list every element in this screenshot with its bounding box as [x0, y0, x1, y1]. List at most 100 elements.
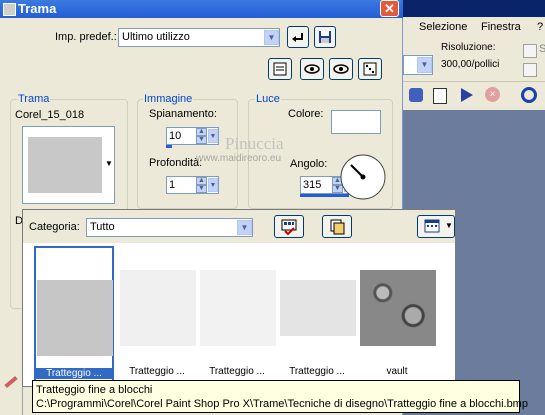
app-icon	[3, 3, 16, 16]
preview-toggle-button[interactable]	[329, 58, 353, 80]
spin-up-icon[interactable]: ▲	[196, 128, 207, 136]
thumbnail-vault[interactable]: vault	[358, 246, 438, 382]
menu-help[interactable]: ?	[537, 21, 543, 33]
save-preset-button[interactable]	[314, 26, 336, 48]
checkbox-1-label: S	[539, 43, 545, 55]
background-toolbar: ×	[403, 82, 545, 111]
option-checkbox-2[interactable]	[523, 63, 537, 77]
preset-dropdown[interactable]: Ultimo utilizzo ▼	[118, 28, 280, 47]
thumbnail-tratteggio-4[interactable]: Tratteggio ...	[278, 246, 358, 382]
thumbnail-label: Tratteggio ...	[129, 366, 185, 377]
angolo-value: 315	[303, 179, 322, 191]
luce-group-title: Luce	[255, 93, 281, 105]
chevron-down-icon: ▼	[264, 30, 279, 45]
eye-lock-icon	[304, 64, 320, 74]
copy-button[interactable]	[322, 215, 352, 238]
profondita-value: 1	[169, 179, 176, 191]
immagine-group-title: Immagine	[143, 93, 194, 105]
tooltip-title: Tratteggio fine a blocchi	[36, 384, 153, 396]
colore-label: Colore:	[288, 108, 324, 120]
dialog-title: Trama	[18, 1, 57, 16]
profondita-label: Profondità:	[149, 157, 203, 169]
angolo-label: Angolo:	[290, 158, 328, 170]
record-icon[interactable]	[521, 87, 537, 103]
watermark-name: Pinuccia	[225, 134, 284, 153]
categoria-label: Categoria:	[29, 221, 80, 233]
thumbnail-label: Tratteggio ...	[209, 366, 265, 377]
spianamento-value: 10	[169, 130, 182, 142]
view-mode-button[interactable]: ▼	[417, 215, 455, 238]
proof-lock-button[interactable]	[300, 58, 324, 80]
copy-pages-icon	[330, 219, 345, 235]
checklist-icon	[281, 219, 297, 236]
tool-palette-edge	[0, 360, 23, 415]
spin-down-icon[interactable]: ▼	[196, 136, 207, 144]
script-icon[interactable]	[409, 88, 423, 102]
spianamento-slider[interactable]	[166, 145, 172, 148]
color-swatch[interactable]	[331, 110, 381, 134]
chevron-down-icon: ▼	[105, 159, 113, 168]
thumbnail-tratteggio-3[interactable]: Tratteggio ...	[198, 246, 278, 382]
background-menu-bar: Selezione Finestra ?	[403, 17, 545, 40]
texture-thumbnail-image	[360, 270, 436, 346]
thumbnail-label: Tratteggio ...	[289, 366, 345, 377]
texture-thumbnails: Tratteggio ... Tratteggio ... Tratteggio…	[32, 245, 444, 385]
tooltip: Tratteggio fine a blocchi C:\Programmi\C…	[32, 380, 528, 413]
background-dropdown[interactable]: ▼	[403, 55, 433, 75]
pencil-icon[interactable]	[4, 375, 18, 389]
randomize-button[interactable]	[268, 58, 292, 80]
angle-dial[interactable]	[339, 153, 387, 201]
dialog-title-bar: Trama ✕	[0, 0, 403, 18]
play-icon[interactable]	[461, 88, 473, 102]
trama-group-title: Trama	[17, 93, 51, 105]
texture-thumbnail-image	[37, 280, 113, 356]
random-dice-button[interactable]	[358, 58, 382, 80]
chevron-down-icon: ▼	[237, 220, 252, 235]
spin-down-icon[interactable]: ▼	[196, 185, 207, 193]
background-options-bar: ▼ Risoluzione: 300,00/pollici S	[403, 39, 545, 82]
thumbnail-tratteggio-1[interactable]: Tratteggio ...	[34, 246, 114, 382]
texture-name: Corel_15_018	[15, 109, 85, 121]
dice-icon	[363, 62, 377, 76]
chevron-down-icon: ▼	[417, 57, 432, 73]
menu-selezione[interactable]: Selezione	[419, 21, 467, 33]
spianamento-spinner[interactable]: 10 ▲ ▼ ▼	[166, 127, 219, 145]
close-icon: ✕	[384, 1, 395, 16]
texture-thumbnail-image	[280, 280, 356, 336]
spin-up-icon[interactable]: ▲	[196, 177, 207, 185]
texture-picker-popup: Categoria: Tutto ▼ ▼ Tratteggio ... Trat…	[22, 209, 456, 387]
close-button[interactable]: ✕	[380, 0, 399, 17]
texture-thumbnail-image	[200, 270, 276, 346]
categoria-value: Tutto	[90, 221, 115, 233]
background-title-bar	[403, 0, 545, 17]
document-icon[interactable]	[433, 88, 447, 104]
category-settings-button[interactable]	[274, 215, 304, 238]
risoluzione-label: Risoluzione:	[441, 42, 496, 53]
popup-toolbar: Categoria: Tutto ▼ ▼	[23, 210, 455, 243]
preset-label: Imp. predef.:	[55, 31, 117, 43]
thumbnail-tratteggio-2[interactable]: Tratteggio ...	[118, 246, 198, 382]
preset-value: Ultimo utilizzo	[122, 31, 190, 43]
chevron-down-icon: ▼	[445, 221, 453, 230]
texture-preview	[28, 137, 102, 193]
thumbnail-label: Tratteggio ...	[35, 368, 113, 379]
thumbnail-label: vault	[386, 366, 408, 377]
spianamento-label: Spianamento:	[149, 108, 217, 120]
chevron-down-icon[interactable]: ▼	[208, 178, 218, 192]
stop-icon[interactable]: ×	[485, 87, 500, 102]
chevron-down-icon[interactable]: ▼	[208, 129, 218, 143]
texture-swatch-picker[interactable]: ▼	[22, 126, 115, 204]
floppy-disk-icon	[319, 31, 331, 43]
eye-icon	[333, 64, 349, 74]
tooltip-path: C:\Programmi\Corel\Corel Paint Shop Pro …	[36, 398, 528, 410]
option-checkbox-1[interactable]	[523, 44, 537, 58]
undo-arrow-icon	[292, 33, 303, 42]
risoluzione-value: 300,00/pollici	[441, 59, 500, 70]
list-window-icon	[273, 62, 287, 76]
texture-thumbnail-image	[120, 270, 196, 346]
watermark-url: www.maidireoro.eu	[196, 153, 282, 164]
profondita-spinner[interactable]: 1 ▲ ▼ ▼	[166, 176, 219, 194]
categoria-dropdown[interactable]: Tutto ▼	[86, 218, 253, 237]
reset-preset-button[interactable]	[287, 26, 309, 48]
menu-finestra[interactable]: Finestra	[481, 21, 521, 33]
